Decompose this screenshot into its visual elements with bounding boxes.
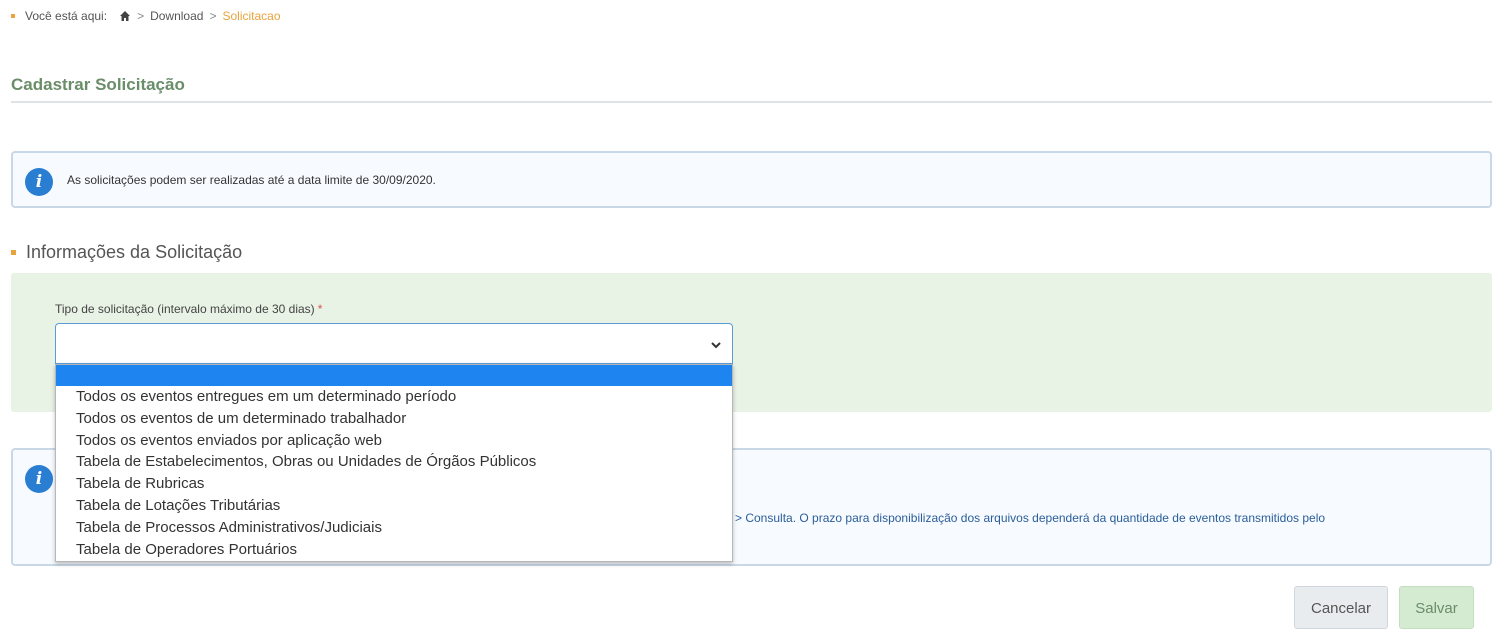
dropdown-option[interactable]: Tabela de Operadores Portuários [56, 539, 732, 561]
info-icon: i [25, 168, 53, 196]
breadcrumb-bullet [11, 14, 15, 18]
info-notice-text: As solicitações podem ser realizadas até… [67, 173, 436, 187]
dropdown-option[interactable]: Tabela de Processos Administrativos/Judi… [56, 517, 732, 539]
request-type-label-text: Tipo de solicitação (intervalo máximo de… [55, 302, 315, 316]
dropdown-option[interactable]: Todos os eventos enviados por aplicação … [56, 430, 732, 452]
breadcrumb-prefix: Você está aqui: [25, 9, 108, 23]
required-mark: * [317, 302, 323, 316]
dropdown-option[interactable]: Tabela de Rubricas [56, 473, 732, 495]
section-title: Informações da Solicitação [11, 242, 242, 263]
info-notice-top: i As solicitações podem ser realizadas a… [11, 151, 1492, 208]
home-icon[interactable] [119, 10, 131, 22]
save-button[interactable]: Salvar [1399, 586, 1474, 629]
info-icon: i [25, 465, 53, 493]
section-bullet [11, 250, 16, 255]
info-notice-bottom-text: > Consulta. O prazo para disponibilizaçã… [735, 511, 1326, 525]
dropdown-option[interactable]: Todos os eventos de um determinado traba… [56, 408, 732, 430]
dropdown-option[interactable]: Todos os eventos entregues em um determi… [56, 386, 732, 408]
request-type-dropdown: Todos os eventos entregues em um determi… [55, 364, 733, 562]
cancel-button[interactable]: Cancelar [1294, 586, 1388, 629]
section-title-text: Informações da Solicitação [26, 242, 243, 262]
breadcrumb-separator: > [209, 9, 217, 23]
breadcrumb-item-current: Solicitacao [222, 9, 281, 23]
breadcrumb-separator: > [137, 9, 145, 23]
dropdown-option[interactable]: Tabela de Lotações Tributárias [56, 495, 732, 517]
chevron-down-icon[interactable] [710, 338, 722, 350]
dropdown-option-empty[interactable] [56, 365, 732, 386]
dropdown-option[interactable]: Tabela de Estabelecimentos, Obras ou Uni… [56, 451, 732, 473]
breadcrumb: Você está aqui: > Download > Solicitacao [11, 9, 281, 23]
page-title: Cadastrar Solicitação [11, 75, 185, 94]
request-type-select[interactable] [55, 323, 733, 364]
request-type-label: Tipo de solicitação (intervalo máximo de… [55, 302, 322, 316]
title-divider [11, 101, 1492, 103]
breadcrumb-item-download[interactable]: Download [150, 9, 203, 23]
